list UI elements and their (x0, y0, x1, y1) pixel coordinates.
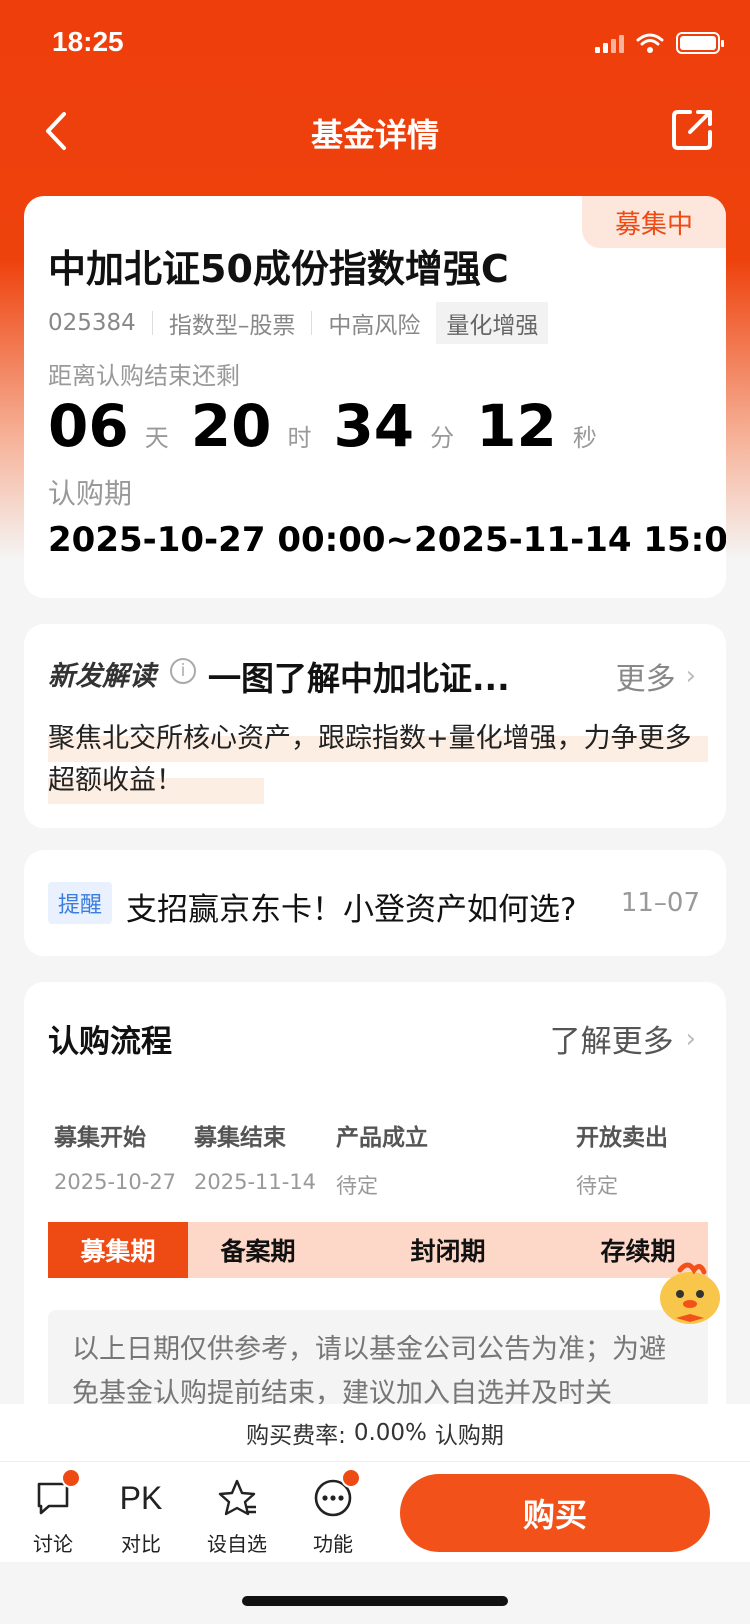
status-time: 18:25 (52, 26, 124, 57)
reading-title[interactable]: 一图了解中加北证... (208, 652, 538, 700)
wifi-icon (636, 33, 664, 53)
status-bar: 18:25 (0, 0, 750, 92)
flow-step: 募集结束 2025-11-14 (194, 1118, 316, 1194)
flow-step: 产品成立 待定 (336, 1118, 428, 1200)
fee-bar: 购买费率: 0.00% 认购期 (0, 1404, 750, 1462)
fund-risk: 中高风险 (328, 313, 421, 339)
flow-more-link[interactable]: 了解更多 › (550, 1016, 696, 1061)
home-indicator[interactable] (242, 1596, 508, 1606)
notification-dot (61, 1468, 81, 1488)
flow-step: 募集开始 2025-10-27 (54, 1118, 176, 1194)
countdown-seconds: 12 (476, 392, 557, 460)
home-indicator-area (0, 1562, 750, 1624)
countdown-timer: 06 天 20 时 34 分 12 秒 (48, 392, 619, 460)
star-icon (215, 1476, 259, 1520)
notice-text[interactable]: 支招赢京东卡！小登资产如何选? (126, 884, 576, 929)
flow-step-label: 产品成立 (336, 1125, 428, 1151)
phase-bar: 募集期 备案期 封闭期 存续期 (48, 1222, 708, 1278)
countdown-days: 06 (48, 392, 129, 460)
battery-icon (676, 32, 724, 54)
discuss-label: 讨论 (33, 1532, 73, 1556)
pk-icon: PK (119, 1476, 163, 1520)
flow-step-label: 开放卖出 (576, 1125, 668, 1151)
flow-step-label: 募集结束 (194, 1125, 286, 1151)
fund-tag: 量化增强 (436, 302, 549, 344)
reading-more-link[interactable]: 更多 › (616, 654, 696, 698)
flow-title: 认购流程 (48, 1024, 172, 1060)
signal-icon (595, 33, 624, 53)
bottom-action-bar: 讨论 PK 对比 设自选 功能 购买 (0, 1462, 750, 1562)
fund-code: 025384 (48, 310, 136, 336)
flow-step-date: 待定 (576, 1174, 618, 1198)
fee-period: 认购期 (434, 1422, 504, 1449)
share-icon[interactable] (668, 106, 716, 154)
watchlist-label: 设自选 (207, 1532, 267, 1556)
status-icons (595, 32, 724, 54)
add-watchlist-button[interactable]: 设自选 (202, 1476, 272, 1557)
flow-step-label: 募集开始 (54, 1125, 146, 1151)
nav-bar: 基金详情 (0, 96, 750, 168)
countdown-minutes-unit: 分 (430, 424, 455, 452)
fund-summary-card: 募集中 中加北证50成份指数增强C 025384 指数型–股票 中高风险 量化增… (24, 196, 726, 598)
buy-button[interactable]: 购买 (400, 1474, 710, 1552)
pk-text: PK (119, 1479, 163, 1516)
chat-bubble-icon (31, 1468, 81, 1520)
divider (151, 311, 153, 335)
flow-step-date: 2025-10-27 (54, 1170, 177, 1194)
features-button[interactable]: 功能 (298, 1468, 368, 1557)
flow-step-date: 2025-11-14 (194, 1170, 317, 1194)
compare-button[interactable]: PK 对比 (106, 1476, 176, 1557)
countdown-days-unit: 天 (144, 424, 169, 452)
countdown-hours-unit: 时 (287, 424, 312, 452)
chevron-right-icon: › (685, 1023, 696, 1054)
discuss-button[interactable]: 讨论 (18, 1468, 88, 1557)
countdown-label: 距离认购结束还剩 (48, 362, 240, 390)
phase-item: 备案期 (220, 1237, 296, 1266)
info-icon[interactable]: i (170, 658, 196, 684)
fund-type: 指数型–股票 (168, 313, 296, 339)
phase-item: 募集期 (48, 1222, 188, 1278)
fund-meta: 025384 指数型–股票 中高风险 量化增强 (48, 302, 549, 344)
fee-value: 0.00% (353, 1419, 427, 1446)
countdown-minutes: 34 (333, 392, 415, 460)
notification-dot (341, 1468, 361, 1488)
flow-more-label: 了解更多 (549, 1024, 674, 1060)
features-label: 功能 (313, 1532, 353, 1556)
reading-summary: 聚焦北交所核心资产，跟踪指数+量化增强，力争更多超额收益！ (48, 723, 692, 796)
reading-brand: 新发解读 (48, 661, 156, 692)
phase-item: 封闭期 (410, 1237, 486, 1266)
chevron-right-icon: › (685, 661, 696, 691)
compare-label: 对比 (121, 1532, 161, 1556)
new-fund-reading-card[interactable]: 新发解读 i 一图了解中加北证... 更多 › 聚焦北交所核心资产，跟踪指数+量… (24, 624, 726, 828)
divider (311, 311, 313, 335)
notice-tag: 提醒 (48, 882, 112, 924)
countdown-seconds-unit: 秒 (572, 424, 597, 452)
mascot-icon[interactable] (654, 1258, 726, 1330)
countdown-hours: 20 (190, 392, 272, 460)
fee-label: 购买费率: (246, 1422, 346, 1449)
page-title: 基金详情 (310, 116, 439, 154)
subscription-period-label: 认购期 (48, 477, 133, 510)
flow-step: 开放卖出 待定 (576, 1118, 668, 1200)
more-label: 更多 (615, 662, 676, 697)
subscription-flow-card: 认购流程 了解更多 › 募集开始 2025-10-27 募集结束 2025-11… (24, 982, 726, 1450)
subscription-period-value: 2025-10-27 00:00~2025-11-14 15:00 (48, 520, 726, 560)
status-badge: 募集中 (582, 196, 726, 248)
flow-step-date: 待定 (336, 1174, 378, 1198)
notice-card[interactable]: 提醒 支招赢京东卡！小登资产如何选? 11–07 (24, 850, 726, 956)
fund-name: 中加北证50成份指数增强C (48, 247, 509, 291)
more-icon (311, 1468, 361, 1520)
notice-date: 11–07 (620, 888, 700, 918)
